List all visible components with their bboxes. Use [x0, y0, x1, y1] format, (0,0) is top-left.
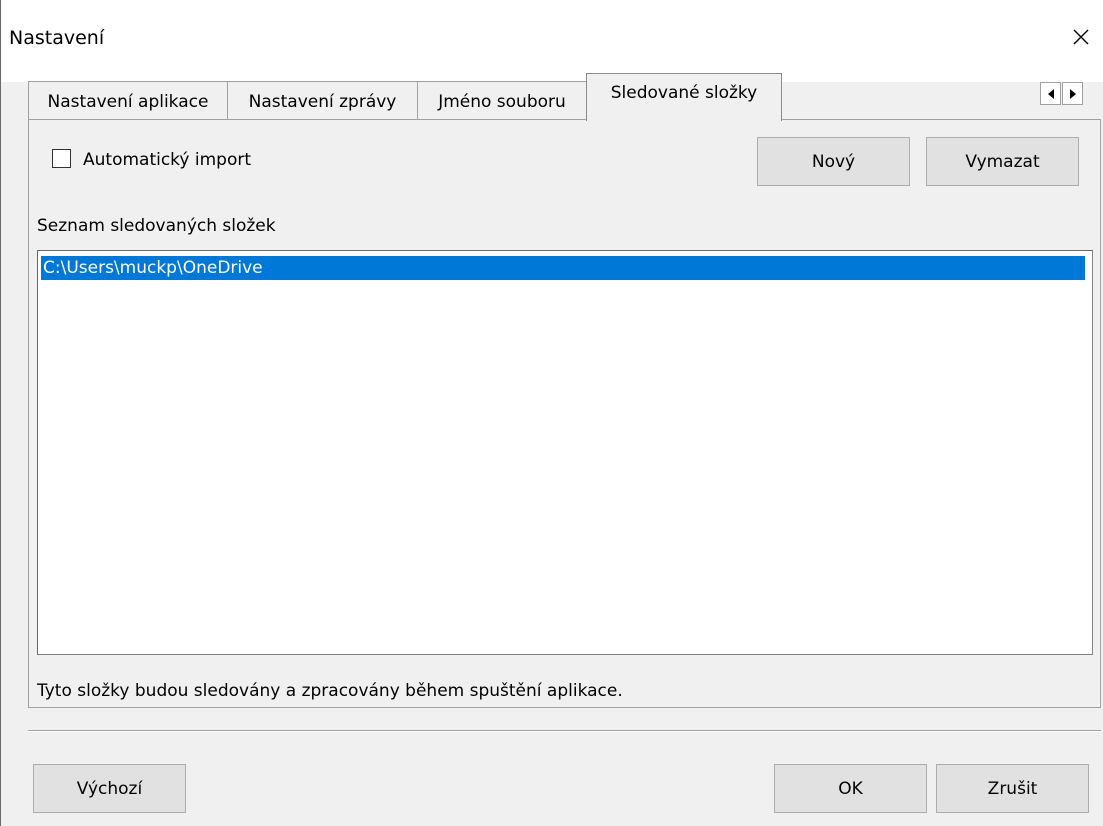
cancel-button[interactable]: Zrušit [936, 764, 1089, 813]
close-icon[interactable] [1064, 20, 1098, 54]
ok-button[interactable]: OK [774, 764, 927, 813]
auto-import-checkbox[interactable] [52, 149, 71, 168]
tab-label: Nastavení zprávy [248, 92, 397, 112]
default-button[interactable]: Výchozí [33, 764, 186, 813]
triangle-right-icon [1070, 89, 1076, 99]
new-button[interactable]: Nový [757, 137, 910, 186]
tab-report-settings[interactable]: Nastavení zprávy [227, 81, 418, 119]
folder-list-caption: Seznam sledovaných složek [37, 216, 276, 236]
delete-button[interactable]: Vymazat [926, 137, 1079, 186]
triangle-left-icon [1048, 89, 1054, 99]
tab-scroll-right-button[interactable] [1062, 82, 1083, 105]
auto-import-label: Automatický import [83, 150, 252, 170]
list-item[interactable]: C:\Users\muckp\OneDrive [41, 256, 1085, 280]
info-text: Tyto složky budou sledovány a zpracovány… [37, 681, 623, 701]
tab-label: Jméno souboru [438, 92, 566, 112]
tab-scroll-left-button[interactable] [1040, 82, 1061, 105]
divider [28, 730, 1101, 732]
title-bar [0, 0, 1103, 82]
tab-watched-folders[interactable]: Sledované složky [586, 73, 782, 121]
tab-label: Nastavení aplikace [47, 92, 209, 112]
tab-label: Sledované složky [610, 83, 758, 103]
window-border [0, 0, 1, 826]
tab-app-settings[interactable]: Nastavení aplikace [28, 81, 228, 119]
folder-list[interactable] [37, 250, 1093, 655]
window-title: Nastavení [9, 27, 105, 49]
tab-file-name[interactable]: Jméno souboru [417, 81, 587, 119]
